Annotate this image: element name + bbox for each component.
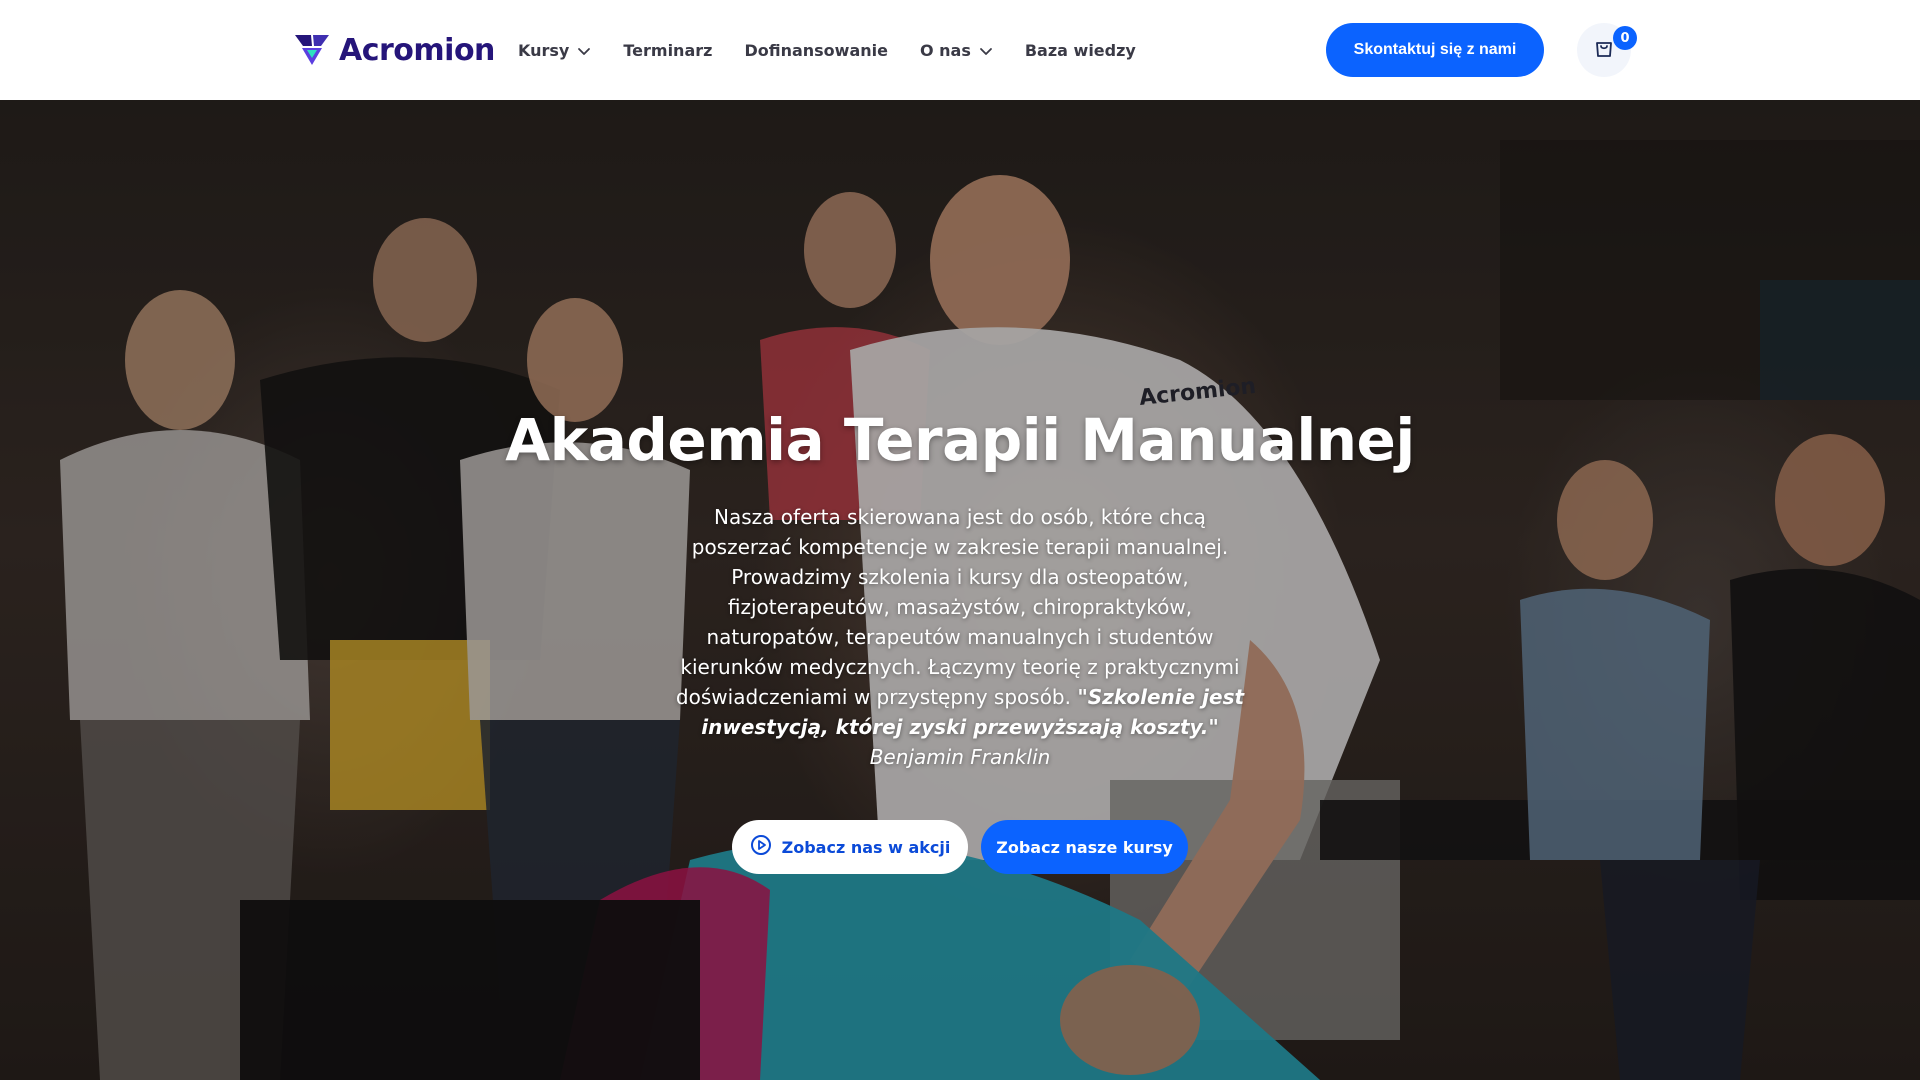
nav-item-label: Dofinansowanie [744,40,888,60]
chevron-down-icon [979,43,993,57]
nav-item-terminarz[interactable]: Terminarz [623,41,712,60]
hero-description: Nasza oferta skierowana jest do osób, kt… [670,502,1250,772]
nav-item-label: Baza wiedzy [1024,40,1136,60]
cart-count-badge: 0 [1613,26,1637,50]
brand-name: Acromion [339,32,495,68]
watch-video-label: Zobacz nas w akcji [781,837,951,857]
site-header: Acromion Kursy Terminarz Dofinansowanie … [0,0,1920,100]
nav-item-dofinansowanie[interactable]: Dofinansowanie [744,41,888,60]
nav-item-o-nas[interactable]: O nas [920,41,993,60]
hero-title: Akademia Terapii Manualnej [505,406,1415,474]
view-courses-button[interactable]: Zobacz nasze kursy [981,820,1188,874]
hero-quote-author: Benjamin Franklin [869,745,1051,769]
main-nav: Kursy Terminarz Dofinansowanie O nas Baz… [518,38,1168,62]
hero-description-text: Nasza oferta skierowana jest do osób, kt… [675,505,1240,709]
contact-button[interactable]: Skontaktuj się z nami [1326,23,1544,77]
nav-item-label: Kursy [518,40,570,60]
hero-content: Akademia Terapii Manualnej Nasza oferta … [460,400,1460,772]
hero-buttons: Zobacz nas w akcji Zobacz nasze kursy [732,820,1188,874]
nav-item-kursy[interactable]: Kursy [518,41,591,60]
brand-logo[interactable]: Acromion [293,30,495,70]
nav-item-label: Terminarz [623,40,713,60]
watch-video-button[interactable]: Zobacz nas w akcji [732,820,968,874]
nav-item-label: O nas [919,40,971,60]
nav-item-baza-wiedzy[interactable]: Baza wiedzy [1025,41,1136,60]
play-circle-icon [750,834,772,860]
hero-section: Acromion Akademia Terapii Manualnej Nasz… [0,100,1920,1080]
chevron-down-icon [577,43,591,57]
acromion-v-logo-icon [293,32,331,68]
shopping-bag-icon [1593,37,1615,63]
